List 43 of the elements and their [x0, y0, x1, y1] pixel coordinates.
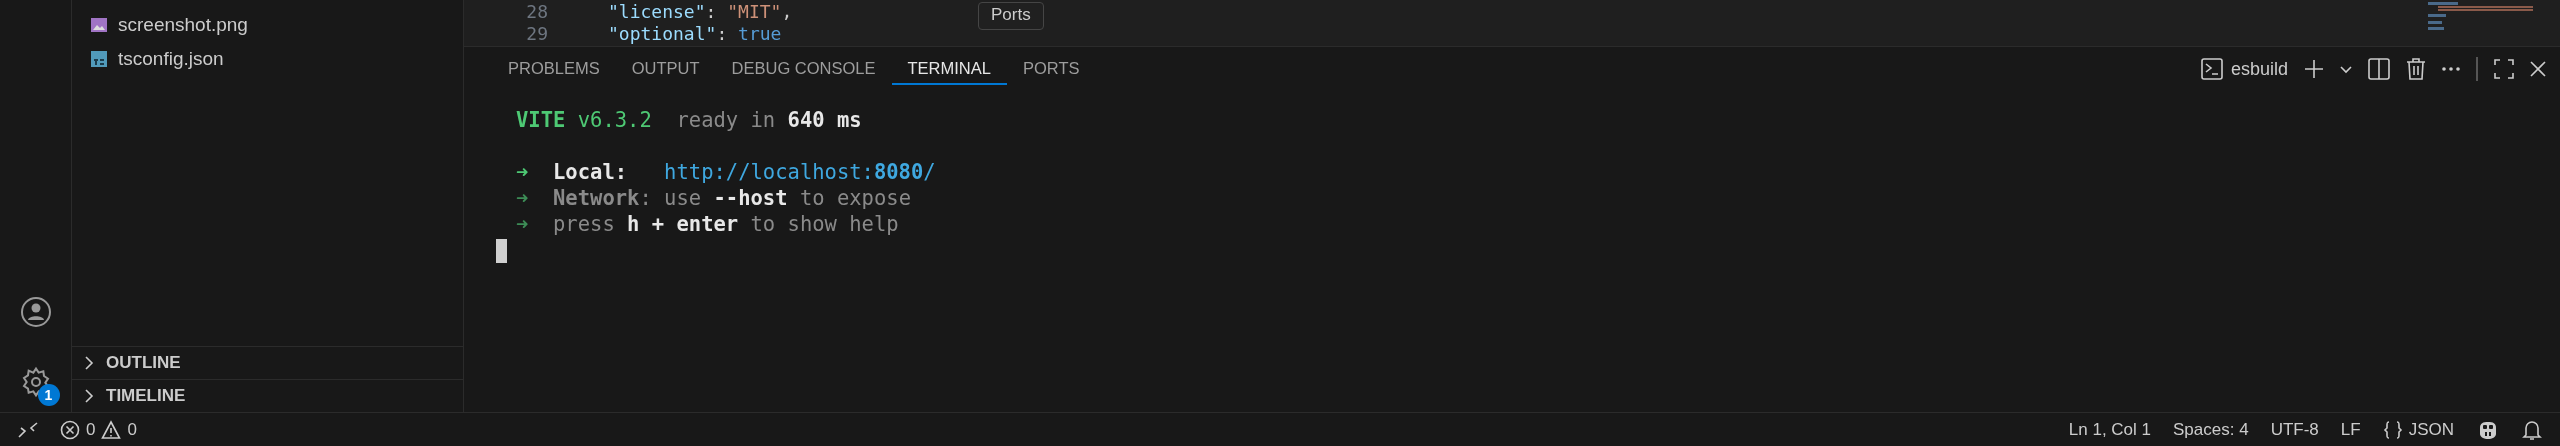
file-item[interactable]: tsconfig.json: [72, 45, 463, 72]
tooltip: Ports: [978, 2, 1044, 30]
panel-tab[interactable]: TERMINAL: [891, 53, 1007, 85]
line-number: 29: [525, 23, 549, 45]
typescript-file-icon: [90, 49, 108, 68]
sidebar-section-header[interactable]: TIMELINE: [72, 379, 463, 412]
image-file-icon: [90, 15, 108, 34]
status-item[interactable]: LF: [2340, 419, 2361, 440]
plus-icon[interactable]: [2304, 59, 2324, 79]
notification-badge: 1: [37, 384, 60, 406]
status-item[interactable]: Ln 1, Col 1: [2068, 419, 2152, 440]
panel-tab[interactable]: OUTPUT: [615, 53, 716, 85]
bell-icon[interactable]: [2522, 418, 2542, 441]
chevron-down-icon[interactable]: [2340, 64, 2352, 74]
terminal-icon: [2200, 58, 2223, 80]
panel-tab[interactable]: PORTS: [1006, 53, 1096, 85]
error-icon: [60, 419, 80, 440]
status-item[interactable]: Spaces: 4: [2173, 419, 2249, 440]
problems-status[interactable]: 0 0: [60, 419, 137, 440]
remote-icon[interactable]: [18, 420, 38, 439]
code-line: "license": "MIT",: [608, 1, 793, 23]
sidebar-section-header[interactable]: OUTLINE: [72, 346, 463, 379]
status-item[interactable]: UTF-8: [2270, 419, 2319, 440]
trash-icon[interactable]: [2406, 58, 2426, 80]
panel-tab[interactable]: PROBLEMS: [492, 53, 616, 85]
warning-icon: [101, 419, 122, 440]
line-number: 28: [525, 1, 549, 23]
terminal-cursor: [496, 239, 507, 263]
more-icon[interactable]: [2442, 66, 2460, 72]
maximize-icon[interactable]: [2494, 59, 2514, 79]
close-icon[interactable]: [2530, 61, 2546, 77]
panel-tab[interactable]: DEBUG CONSOLE: [715, 53, 892, 85]
terminal-line: ➜ Network: use --host to expose: [515, 185, 912, 211]
account-icon[interactable]: [19, 296, 52, 328]
terminal-line: ➜ press h + enter to show help: [515, 211, 900, 237]
terminal-line: VITE v6.3.2 ready in 640 ms: [515, 107, 863, 133]
language-mode[interactable]: JSON: [2382, 419, 2454, 440]
terminal-selector[interactable]: esbuild: [2200, 58, 2288, 80]
code-line: "optional": true: [608, 23, 782, 45]
braces-icon: [2382, 419, 2403, 440]
split-icon[interactable]: [2368, 58, 2390, 80]
terminal-line: ➜ Local: http://localhost:8080/: [515, 159, 937, 185]
file-item[interactable]: screenshot.png: [72, 11, 463, 38]
